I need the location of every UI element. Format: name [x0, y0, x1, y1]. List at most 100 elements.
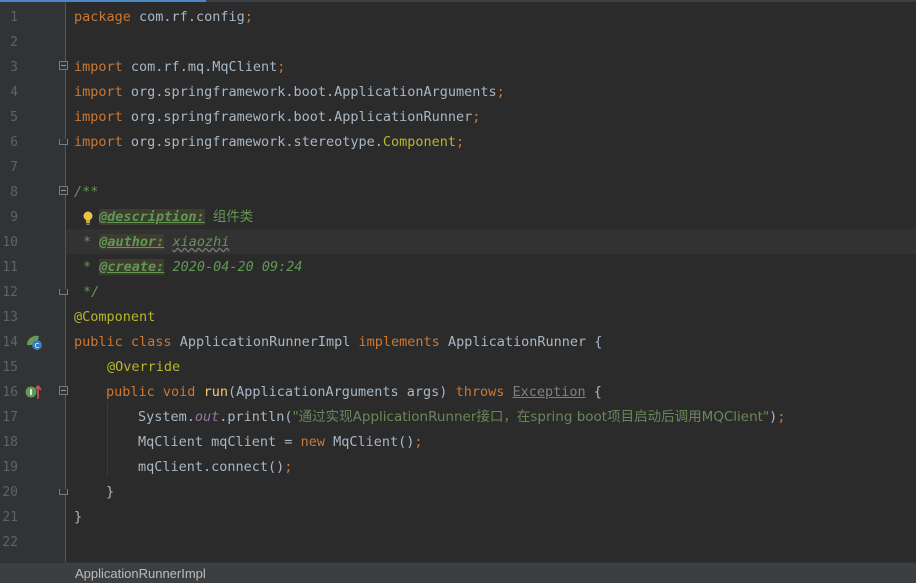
system-class: System. — [138, 409, 195, 425]
line-number: 3 — [10, 60, 18, 75]
semicolon: ; — [284, 459, 293, 475]
semicolon: ; — [472, 109, 481, 125]
line-number: 14 — [2, 335, 18, 350]
line-number: 16 — [2, 385, 18, 400]
code-line-3: import com.rf.mq.MqClient; — [74, 55, 285, 80]
doc-tag-description: @description: — [99, 209, 205, 225]
line-number: 18 — [2, 435, 18, 450]
mq-constructor: MqClient() — [324, 434, 415, 450]
breadcrumb-bar: ApplicationRunnerImpl — [0, 562, 916, 583]
code-line-10: * @author: xiaozhi — [83, 230, 229, 255]
doc-tag-author: @author: — [99, 234, 165, 250]
doc-create-value: 2020-04-20 09:24 — [172, 259, 303, 275]
line-number: 13 — [2, 310, 18, 325]
implement-method-icon[interactable]: I — [24, 383, 42, 401]
code-line-14: public class ApplicationRunnerImpl imple… — [74, 330, 602, 355]
semicolon: ; — [777, 409, 786, 425]
keyword: class — [130, 334, 172, 350]
keyword: public — [74, 334, 123, 350]
doc-tag-create: @create: — [99, 259, 165, 275]
spring-bean-icon[interactable]: C — [25, 333, 43, 351]
code-line-17: System.out.println("通过实现ApplicationRunne… — [138, 405, 785, 430]
line-number: 6 — [10, 135, 18, 150]
doc-comment-open: /** — [74, 184, 99, 200]
keyword: throws — [455, 384, 505, 400]
code-line-4: import org.springframework.boot.Applicat… — [74, 80, 505, 105]
close-brace: } — [74, 509, 83, 525]
code-line-1: package com.rf.config; — [74, 5, 253, 30]
keyword: void — [162, 384, 196, 400]
line-number: 20 — [2, 485, 18, 500]
line-number: 5 — [10, 110, 18, 125]
code-editor[interactable]: package com.rf.config; import com.rf.mq.… — [66, 2, 916, 562]
line-number: 12 — [2, 285, 18, 300]
open-brace: { — [593, 384, 602, 400]
import-class: Component — [382, 134, 457, 150]
line-number: 4 — [10, 85, 18, 100]
svg-text:C: C — [35, 342, 40, 350]
keyword: import — [74, 109, 123, 125]
line-number: 1 — [10, 10, 18, 25]
import-path: com.rf.mq.MqClient — [130, 59, 278, 75]
semicolon: ; — [456, 134, 465, 150]
code-line-19: mqClient.connect(); — [138, 455, 292, 480]
out-field: out — [194, 409, 220, 425]
import-path: org.springframework.stereotype. — [130, 134, 383, 150]
class-name: ApplicationRunnerImpl — [179, 334, 351, 350]
import-path: org.springframework.boot.ApplicationArgu… — [130, 84, 497, 100]
mq-declaration: MqClient mqClient = — [138, 434, 301, 450]
keyword: import — [74, 84, 123, 100]
package-name: com.rf.config — [139, 9, 245, 25]
line-number: 9 — [10, 210, 18, 225]
code-line-20: } — [106, 480, 114, 505]
semicolon: ; — [414, 434, 423, 450]
code-line-11: * @create: 2020-04-20 09:24 — [83, 255, 303, 280]
interface-name: ApplicationRunner — [447, 334, 587, 350]
code-line-12: */ — [83, 280, 99, 305]
line-number: 7 — [10, 160, 18, 175]
keyword: package — [74, 9, 131, 25]
method-name: run — [203, 384, 228, 400]
open-brace: { — [594, 334, 603, 350]
line-number: 22 — [2, 535, 18, 550]
code-line-9: @description: 组件类 — [99, 205, 253, 230]
code-line-8: /** — [74, 180, 98, 205]
line-number: 19 — [2, 460, 18, 475]
breadcrumb-class[interactable]: ApplicationRunnerImpl — [75, 566, 206, 581]
semicolon: ; — [244, 9, 253, 25]
code-line-21: } — [74, 505, 82, 530]
keyword: new — [300, 434, 325, 450]
keyword: implements — [358, 334, 440, 350]
editor-gutter[interactable]: 1 2 3 4 5 6 7 8 9 10 11 12 13 14 15 16 1… — [0, 2, 68, 562]
code-line-16: public void run(ApplicationArguments arg… — [106, 380, 602, 405]
line-number: 15 — [2, 360, 18, 375]
exception-name: Exception — [512, 384, 586, 400]
println-call: .println( — [219, 409, 293, 425]
keyword: import — [74, 134, 123, 150]
code-line-5: import org.springframework.boot.Applicat… — [74, 105, 480, 130]
semicolon: ; — [496, 84, 505, 100]
annotation-component: @Component — [74, 309, 156, 325]
semicolon: ; — [277, 59, 286, 75]
doc-star: * — [83, 234, 92, 250]
code-line-18: MqClient mqClient = new MqClient(); — [138, 430, 423, 455]
line-number: 11 — [2, 260, 18, 275]
line-number: 17 — [2, 410, 18, 425]
code-line-6: import org.springframework.stereotype.Co… — [74, 130, 464, 155]
doc-author-value: xiaozhi — [172, 234, 230, 250]
annotation-override: @Override — [107, 359, 181, 375]
code-line-15: @Override — [107, 355, 180, 380]
method-params: (ApplicationArguments args) — [227, 384, 448, 400]
line-number: 21 — [2, 510, 18, 525]
keyword: public — [106, 384, 155, 400]
line-number: 10 — [2, 235, 18, 250]
doc-comment-close: */ — [83, 284, 100, 300]
code-line-13: @Component — [74, 305, 155, 330]
svg-text:I: I — [30, 388, 33, 397]
keyword: import — [74, 59, 123, 75]
doc-description-value: 组件类 — [212, 209, 254, 225]
line-number: 2 — [10, 35, 18, 50]
doc-star: * — [83, 259, 92, 275]
line-number: 8 — [10, 185, 18, 200]
import-path: org.springframework.boot.ApplicationRunn… — [130, 109, 473, 125]
